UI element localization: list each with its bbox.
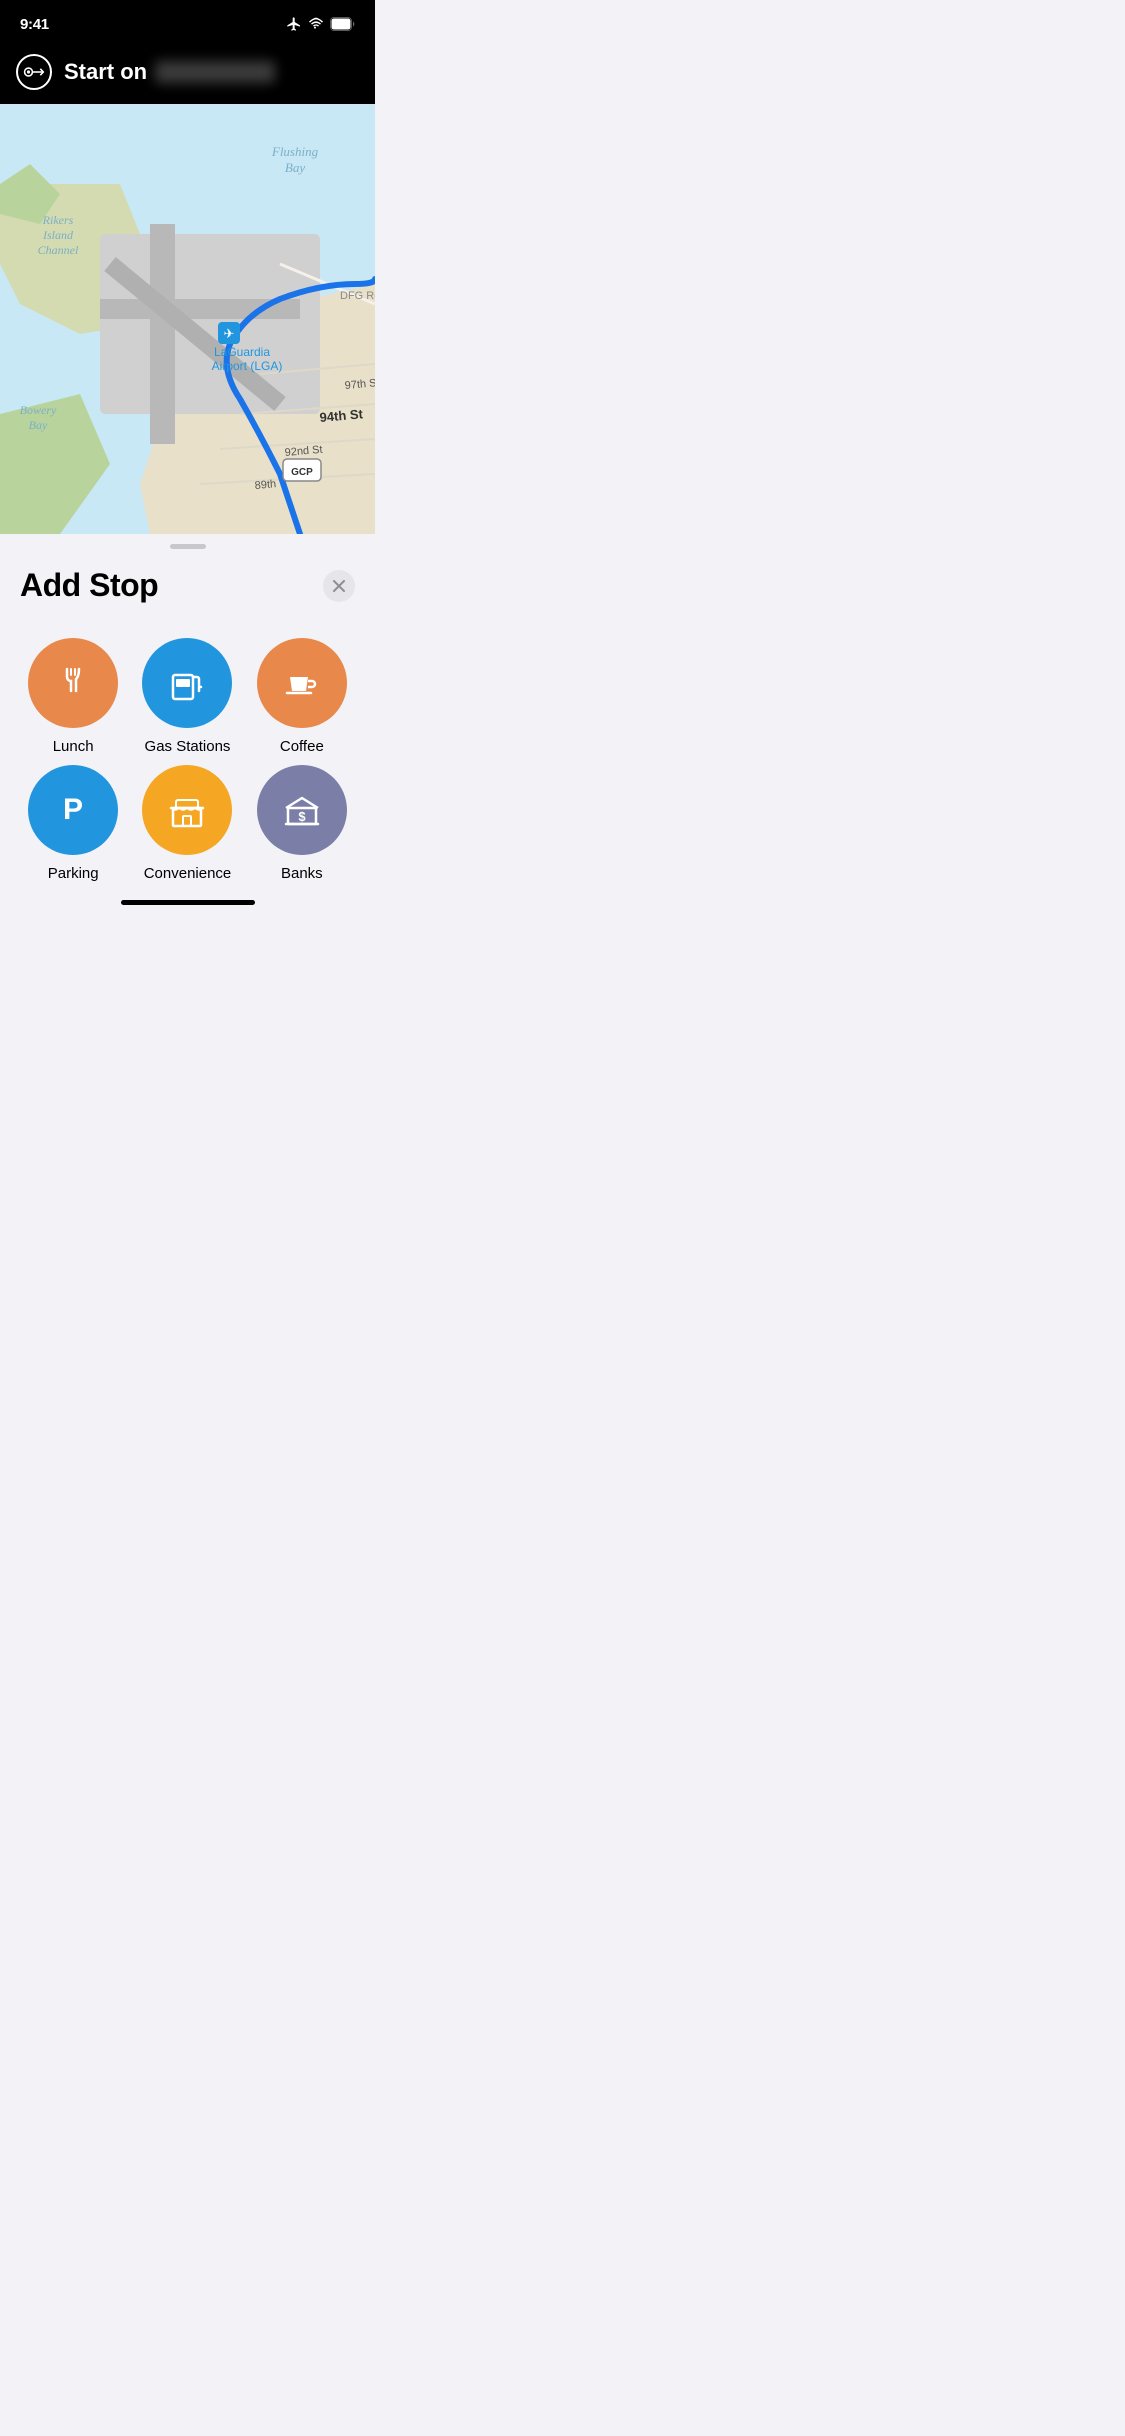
lunch-label: Lunch	[53, 738, 94, 755]
svg-text:Bowery: Bowery	[20, 403, 57, 417]
svg-text:Airport (LGA): Airport (LGA)	[212, 359, 283, 373]
svg-text:Island: Island	[42, 228, 74, 242]
add-stop-title: Add Stop	[20, 567, 158, 604]
store-icon	[163, 786, 211, 834]
svg-text:DFG Rd: DFG Rd	[340, 290, 375, 302]
drag-handle-wrapper	[0, 534, 375, 549]
navigation-circle	[16, 54, 52, 90]
svg-text:$: $	[298, 809, 306, 824]
stop-item-gas-stations[interactable]: Gas Stations	[130, 638, 244, 755]
svg-text:✈: ✈	[224, 326, 235, 341]
coffee-cup-icon	[278, 659, 326, 707]
convenience-label: Convenience	[144, 865, 232, 882]
coffee-label: Coffee	[280, 738, 324, 755]
close-button[interactable]	[323, 570, 355, 602]
svg-text:Bay: Bay	[285, 160, 305, 175]
gas-icon-circle	[142, 638, 232, 728]
stop-item-coffee[interactable]: Coffee	[245, 638, 359, 755]
fork-knife-icon	[51, 661, 95, 705]
add-stop-header: Add Stop	[0, 549, 375, 610]
lunch-icon-circle	[28, 638, 118, 728]
map-svg: Flushing Bay Rikers Island Channel ✈ LaG…	[0, 104, 375, 534]
parking-label: Parking	[48, 865, 99, 882]
bank-dollar-icon: $	[278, 786, 326, 834]
map-container[interactable]: Flushing Bay Rikers Island Channel ✈ LaG…	[0, 104, 375, 534]
stop-item-convenience[interactable]: Convenience	[130, 765, 244, 882]
gas-pump-icon	[163, 659, 211, 707]
airplane-icon	[286, 16, 302, 32]
status-time: 9:41	[20, 16, 49, 33]
battery-icon	[330, 17, 355, 31]
home-bar	[121, 900, 255, 905]
svg-text:97th St: 97th St	[344, 377, 375, 392]
stop-item-parking[interactable]: P Parking	[16, 765, 130, 882]
stop-grid: Lunch Gas Stations	[0, 610, 375, 892]
stop-item-lunch[interactable]: Lunch	[16, 638, 130, 755]
coffee-icon-circle	[257, 638, 347, 728]
svg-text:Bay: Bay	[29, 418, 48, 432]
nav-bar: Start on	[0, 44, 375, 104]
nav-title: Start on	[64, 59, 275, 85]
home-indicator	[0, 892, 375, 909]
parking-p-icon: P	[49, 786, 97, 834]
banks-label: Banks	[281, 865, 323, 882]
svg-text:Channel: Channel	[38, 243, 79, 257]
svg-text:P: P	[63, 793, 83, 826]
svg-text:89th: 89th	[254, 478, 276, 492]
status-bar: 9:41	[0, 0, 375, 44]
convenience-icon-circle	[142, 765, 232, 855]
bottom-sheet: Add Stop Lunch	[0, 534, 375, 943]
close-icon	[333, 580, 345, 592]
parking-icon-circle: P	[28, 765, 118, 855]
status-icons	[286, 16, 355, 32]
drag-handle	[170, 544, 206, 549]
banks-icon-circle: $	[257, 765, 347, 855]
svg-text:LaGuardia: LaGuardia	[214, 345, 270, 359]
svg-text:Flushing: Flushing	[271, 144, 319, 159]
stop-item-banks[interactable]: $ Banks	[245, 765, 359, 882]
svg-text:Rikers: Rikers	[42, 213, 74, 227]
nav-destination-blur	[155, 61, 275, 83]
gas-stations-label: Gas Stations	[145, 738, 231, 755]
wifi-icon	[308, 16, 324, 32]
svg-text:GCP: GCP	[291, 467, 313, 478]
